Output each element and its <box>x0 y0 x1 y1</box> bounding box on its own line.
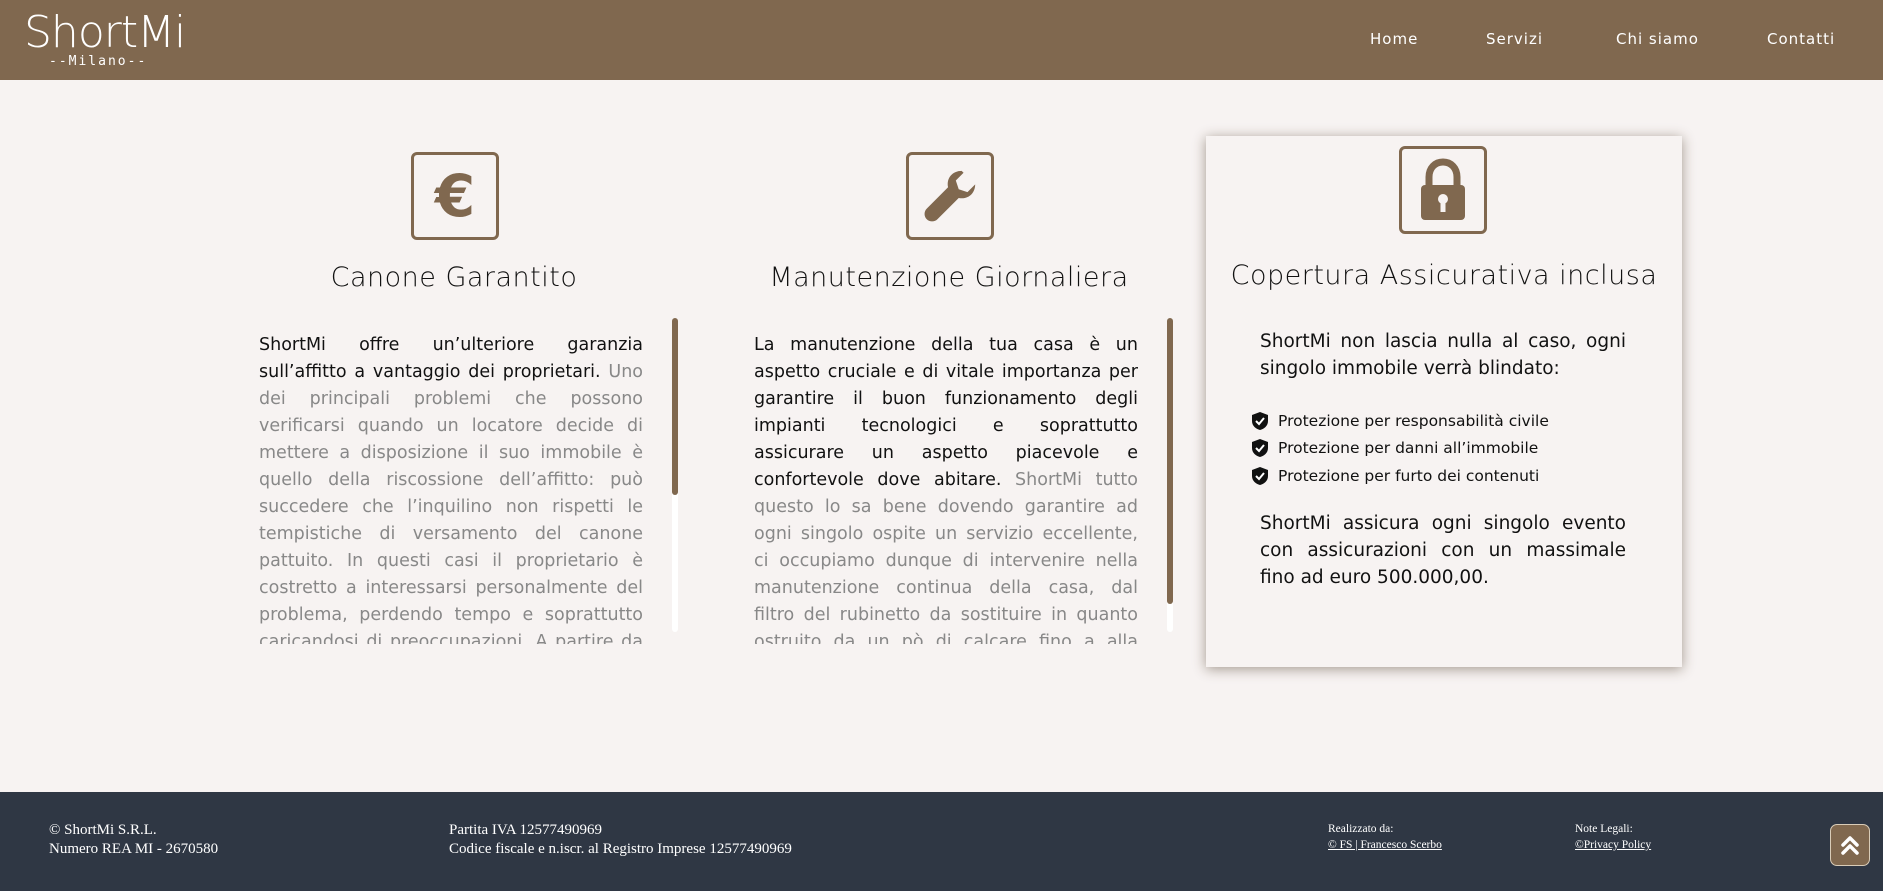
card-text-strong: ShortMi offre un’ulteriore garanzia sull… <box>259 335 643 382</box>
site-header: ShortMi --Milano-- Home Servizi Chi siam… <box>0 0 1883 80</box>
shield-check-icon <box>1252 439 1268 458</box>
shield-check-icon <box>1252 466 1268 485</box>
footer-fiscal: Partita IVA 12577490969 Codice fiscale e… <box>449 821 792 859</box>
privacy-policy-link[interactable]: ©Privacy Policy <box>1575 839 1651 851</box>
card-text-scrollable[interactable]: La manutenzione della tua casa è un aspe… <box>754 332 1138 644</box>
credits-link[interactable]: © FS | Francesco Scerbo <box>1328 839 1442 851</box>
footer-legal: Note Legali: ©Privacy Policy <box>1575 821 1651 853</box>
scrollbar-thumb[interactable] <box>672 318 678 495</box>
company-name: © ShortMi S.R.L. <box>49 822 157 838</box>
credits-label: Realizzato da: <box>1328 823 1394 835</box>
logo-subtitle: --Milano-- <box>49 54 148 69</box>
card-text-scrollable[interactable]: ShortMi offre un’ulteriore garanzia sull… <box>259 332 643 644</box>
nav-home[interactable]: Home <box>1370 30 1418 48</box>
logo-text: ShortMi <box>24 7 186 58</box>
coverage-item-text: Protezione per responsabilità civile <box>1278 411 1549 430</box>
card-text-light: Uno dei principali problemi che possono … <box>259 362 643 644</box>
codice-fiscale: Codice fiscale e n.iscr. al Registro Imp… <box>449 841 792 857</box>
scrollbar[interactable] <box>1167 318 1173 632</box>
back-to-top-button[interactable] <box>1830 824 1870 866</box>
euro-icon: € <box>411 152 499 240</box>
coverage-list: Protezione per responsabilità civile Pro… <box>1252 407 1549 490</box>
card-title: Manutenzione Giornaliera <box>769 262 1129 293</box>
svg-text:€: € <box>433 166 475 226</box>
nav-contatti[interactable]: Contatti <box>1767 30 1835 48</box>
list-item: Protezione per danni all’immobile <box>1252 435 1549 463</box>
footer-credits: Realizzato da: © FS | Francesco Scerbo <box>1328 821 1442 853</box>
list-item: Protezione per furto dei contenuti <box>1252 462 1549 490</box>
coverage-intro: ShortMi non lascia nulla al caso, ogni s… <box>1260 331 1626 379</box>
service-card-canone: € Canone Garantito ShortMi offre un’ulte… <box>219 136 689 656</box>
legal-label: Note Legali: <box>1575 823 1633 835</box>
service-card-copertura: Copertura Assicurativa inclusa ShortMi n… <box>1206 136 1682 667</box>
rea-number: Numero REA MI - 2670580 <box>49 841 219 857</box>
site-footer: © ShortMi S.R.L. Numero REA MI - 2670580… <box>0 792 1883 891</box>
card-title: Copertura Assicurativa inclusa <box>1230 260 1658 291</box>
card-text-light: ShortMi tutto questo lo sa bene dovendo … <box>754 470 1138 644</box>
logo[interactable]: ShortMi --Milano-- <box>24 8 186 74</box>
shield-check-icon <box>1252 411 1268 430</box>
nav-servizi[interactable]: Servizi <box>1486 30 1543 48</box>
nav-chi-siamo[interactable]: Chi siamo <box>1616 30 1699 48</box>
lock-icon <box>1399 146 1487 234</box>
card-text-strong: La manutenzione della tua casa è un aspe… <box>754 335 1138 490</box>
coverage-outro: ShortMi assicura ogni singolo evento con… <box>1260 513 1626 588</box>
scrollbar-thumb[interactable] <box>1167 318 1173 604</box>
scrollbar[interactable] <box>672 318 678 632</box>
double-chevron-up-icon <box>1841 836 1859 855</box>
partita-iva: Partita IVA 12577490969 <box>449 822 603 838</box>
list-item: Protezione per responsabilità civile <box>1252 407 1549 435</box>
coverage-item-text: Protezione per furto dei contenuti <box>1278 466 1540 485</box>
card-title: Canone Garantito <box>330 262 578 293</box>
coverage-item-text: Protezione per danni all’immobile <box>1278 439 1539 458</box>
service-card-manutenzione: Manutenzione Giornaliera La manutenzione… <box>714 136 1184 656</box>
wrench-icon <box>906 152 994 240</box>
footer-company: © ShortMi S.R.L. Numero REA MI - 2670580 <box>49 821 218 859</box>
